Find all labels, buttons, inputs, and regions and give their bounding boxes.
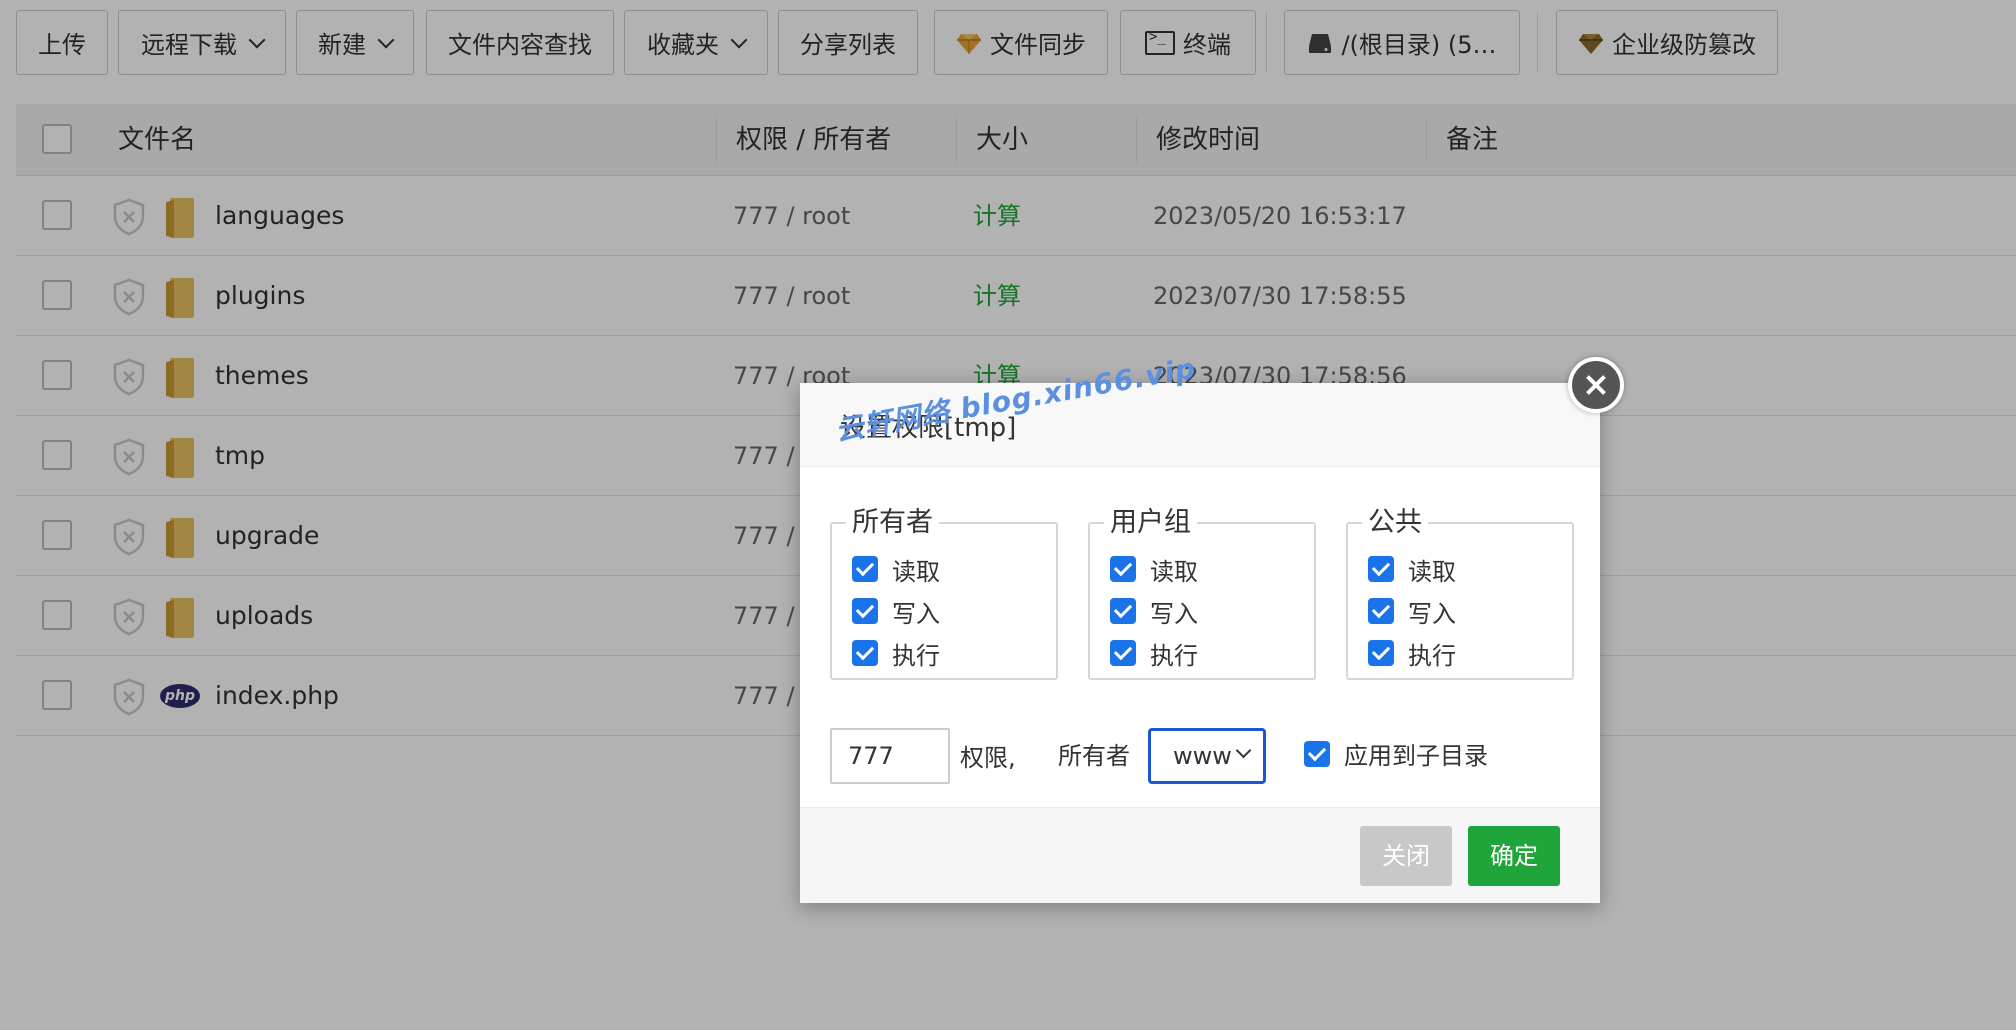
group-legend: 公共 — [1362, 500, 1428, 539]
checkbox-checked[interactable] — [852, 556, 878, 582]
group-exec-checkbox[interactable]: 执行 — [1110, 638, 1198, 670]
checkbox-checked[interactable] — [1110, 556, 1136, 582]
checkbox-label: 读取 — [1408, 557, 1456, 586]
checkbox-checked[interactable] — [852, 640, 878, 666]
checkbox-label: 执行 — [892, 641, 940, 670]
public-write-checkbox[interactable]: 写入 — [1368, 596, 1456, 628]
checkbox-label: 读取 — [892, 557, 940, 586]
permission-dialog: 设置权限[tmp] 所有者 读取 写入 执行 用户组 读取 写入 执行 公共 读… — [800, 383, 1600, 903]
dialog-footer: 关闭 确定 — [800, 807, 1600, 903]
checkbox-label: 执行 — [1408, 641, 1456, 670]
owner-write-checkbox[interactable]: 写入 — [852, 596, 940, 628]
checkbox-label: 写入 — [1150, 599, 1198, 628]
public-exec-checkbox[interactable]: 执行 — [1368, 638, 1456, 670]
group-legend: 所有者 — [846, 500, 939, 539]
public-permission-group: 公共 读取 写入 执行 — [1346, 500, 1574, 680]
checkbox-checked[interactable] — [852, 598, 878, 624]
checkbox-label: 写入 — [1408, 599, 1456, 628]
checkbox-checked[interactable] — [1110, 640, 1136, 666]
permission-value-input[interactable]: 777 — [830, 728, 950, 784]
checkbox-checked[interactable] — [1368, 640, 1394, 666]
group-legend: 用户组 — [1104, 500, 1197, 539]
group-write-checkbox[interactable]: 写入 — [1110, 596, 1198, 628]
checkbox-label: 写入 — [892, 599, 940, 628]
checkbox-checked[interactable] — [1110, 598, 1136, 624]
checkbox-checked[interactable] — [1368, 598, 1394, 624]
checkbox-label: 执行 — [1150, 641, 1198, 670]
checkbox-label: 应用到子目录 — [1344, 742, 1488, 770]
owner-select[interactable]: www — [1148, 728, 1266, 784]
confirm-button[interactable]: 确定 — [1468, 826, 1560, 886]
owner-select-value: www — [1173, 742, 1232, 770]
group-permission-group: 用户组 读取 写入 执行 — [1088, 500, 1316, 680]
public-read-checkbox[interactable]: 读取 — [1368, 554, 1456, 586]
owner-exec-checkbox[interactable]: 执行 — [852, 638, 940, 670]
owner-permission-group: 所有者 读取 写入 执行 — [830, 500, 1058, 680]
chevron-down-icon — [1235, 742, 1252, 759]
close-button[interactable]: 关闭 — [1360, 826, 1452, 886]
permission-label: 权限, — [960, 744, 1016, 772]
apply-subdirectory-checkbox[interactable]: 应用到子目录 — [1304, 736, 1488, 771]
owner-read-checkbox[interactable]: 读取 — [852, 554, 940, 586]
group-read-checkbox[interactable]: 读取 — [1110, 554, 1198, 586]
checkbox-checked[interactable] — [1304, 740, 1330, 767]
checkbox-checked[interactable] — [1368, 556, 1394, 582]
owner-label: 所有者 — [1058, 742, 1130, 770]
checkbox-label: 读取 — [1150, 557, 1198, 586]
close-icon[interactable] — [1568, 357, 1624, 413]
